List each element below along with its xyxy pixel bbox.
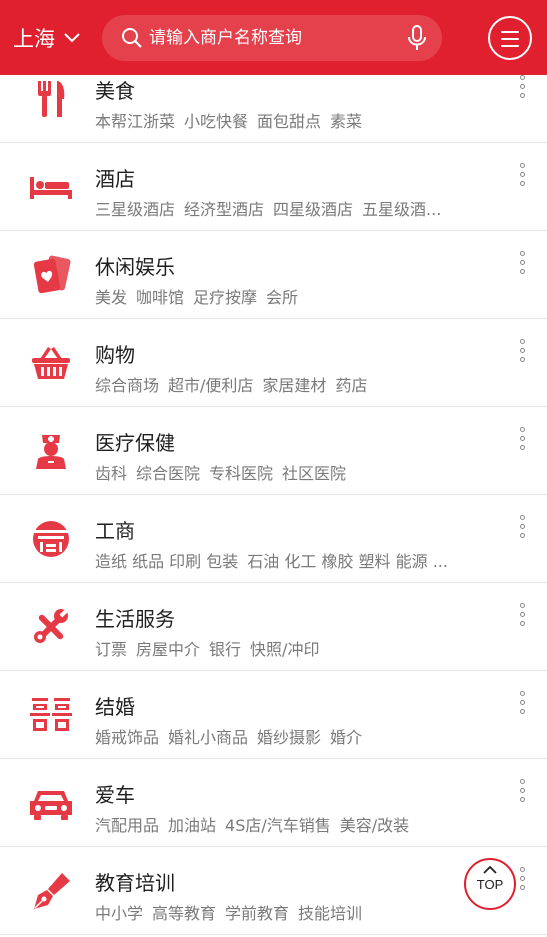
- category-list: 美食 本帮江浙菜 小吃快餐 面包甜点 素菜 酒店 三星级酒店 经济型酒店 四星级酒店 五星级…: [0, 55, 547, 935]
- category-subs: 订票 房屋中介 银行 快照/冲印: [95, 636, 485, 660]
- sub-item[interactable]: 石油 化工 橡胶 塑料 能源 ...: [247, 552, 448, 571]
- category-title: 教育培训: [95, 871, 175, 895]
- back-to-top-label: TOP: [476, 877, 504, 892]
- playing-cards-icon: [33, 255, 71, 294]
- more-options-icon[interactable]: [516, 251, 528, 279]
- category-row-shopping[interactable]: 购物 综合商场 超市/便利店 家居建材 药店: [0, 319, 547, 407]
- category-title: 美食: [95, 79, 135, 103]
- category-row-hotel[interactable]: 酒店 三星级酒店 经济型酒店 四星级酒店 五星级酒...: [0, 143, 547, 231]
- sub-item[interactable]: 婚戒饰品: [95, 728, 159, 747]
- sub-item[interactable]: 婚礼小商品: [168, 728, 248, 747]
- basket-icon: [32, 347, 70, 379]
- category-title: 爱车: [95, 783, 135, 807]
- category-row-business[interactable]: 工商 造纸 纸品 印刷 包装 石油 化工 橡胶 塑料 能源 ...: [0, 495, 547, 583]
- tools-icon: [34, 609, 68, 643]
- sub-item[interactable]: 面包甜点: [257, 112, 321, 131]
- category-title: 休闲娱乐: [95, 255, 175, 279]
- sub-item[interactable]: 高等教育: [152, 904, 216, 923]
- sub-item[interactable]: 咖啡馆: [136, 288, 184, 307]
- sub-item[interactable]: 家居建材: [262, 376, 326, 395]
- chevron-up-icon: [483, 865, 497, 874]
- sub-item[interactable]: 汽配用品: [95, 816, 159, 835]
- more-options-icon[interactable]: [516, 427, 528, 455]
- sub-item[interactable]: 造纸 纸品 印刷 包装: [95, 552, 238, 571]
- sub-item[interactable]: 超市/便利店: [168, 376, 253, 395]
- category-subs: 齿科 综合医院 专科医院 社区医院: [95, 460, 485, 484]
- category-row-car[interactable]: 爱车 汽配用品 加油站 4S店/汽车销售 美容/改装: [0, 759, 547, 847]
- sub-item[interactable]: 四星级酒店: [273, 200, 353, 219]
- sub-item[interactable]: 订票: [95, 640, 127, 659]
- sub-item[interactable]: 会所: [266, 288, 298, 307]
- more-options-icon[interactable]: [516, 603, 528, 631]
- category-row-medical[interactable]: 医疗保健 齿科 综合医院 专科医院 社区医院: [0, 407, 547, 495]
- sub-item[interactable]: 经济型酒店: [184, 200, 264, 219]
- bed-icon: [30, 177, 72, 199]
- fork-knife-icon: [38, 81, 65, 117]
- business-emblem-icon: [33, 521, 69, 557]
- sub-item[interactable]: 社区医院: [282, 464, 346, 483]
- city-label: 上海: [13, 26, 55, 51]
- category-subs: 本帮江浙菜 小吃快餐 面包甜点 素菜: [95, 108, 485, 132]
- sub-item[interactable]: 4S店/汽车销售: [225, 816, 331, 835]
- sub-item[interactable]: 银行: [209, 640, 241, 659]
- sub-item[interactable]: 美发: [95, 288, 127, 307]
- category-title: 工商: [95, 519, 135, 543]
- double-happiness-icon: [30, 698, 72, 731]
- category-subs: 中小学 高等教育 学前教育 技能培训: [95, 900, 485, 924]
- category-subs: 汽配用品 加油站 4S店/汽车销售 美容/改装: [95, 812, 485, 836]
- sub-item[interactable]: 婚纱摄影: [257, 728, 321, 747]
- sub-item[interactable]: 本帮江浙菜: [95, 112, 175, 131]
- sub-item[interactable]: 足疗按摩: [193, 288, 257, 307]
- category-row-life-services[interactable]: 生活服务 订票 房屋中介 银行 快照/冲印: [0, 583, 547, 671]
- category-title: 结婚: [95, 695, 135, 719]
- sub-item[interactable]: 小吃快餐: [184, 112, 248, 131]
- sub-item[interactable]: 综合商场: [95, 376, 159, 395]
- sub-item[interactable]: 齿科: [95, 464, 127, 483]
- search-input[interactable]: [149, 28, 399, 48]
- sub-item[interactable]: 加油站: [168, 816, 216, 835]
- category-title: 酒店: [95, 167, 135, 191]
- category-title: 生活服务: [95, 607, 175, 631]
- search-bar[interactable]: [102, 15, 442, 61]
- sub-item[interactable]: 婚介: [330, 728, 362, 747]
- category-subs: 婚戒饰品 婚礼小商品 婚纱摄影 婚介: [95, 724, 485, 748]
- sub-item[interactable]: 美容/改装: [340, 816, 409, 835]
- more-options-icon[interactable]: [516, 867, 528, 895]
- sub-item[interactable]: 药店: [335, 376, 367, 395]
- sub-item[interactable]: 学前教育: [225, 904, 289, 923]
- chevron-down-icon: [64, 32, 80, 42]
- sub-item[interactable]: 技能培训: [298, 904, 362, 923]
- sub-item[interactable]: 房屋中介: [136, 640, 200, 659]
- search-icon: [122, 28, 142, 48]
- category-title: 购物: [95, 343, 135, 367]
- category-row-wedding[interactable]: 结婚 婚戒饰品 婚礼小商品 婚纱摄影 婚介: [0, 671, 547, 759]
- sub-item[interactable]: 中小学: [95, 904, 143, 923]
- fountain-pen-icon: [34, 873, 70, 909]
- more-options-icon[interactable]: [516, 691, 528, 719]
- sub-item[interactable]: 素菜: [330, 112, 362, 131]
- city-selector[interactable]: 上海: [13, 18, 93, 58]
- category-subs: 美发 咖啡馆 足疗按摩 会所: [95, 284, 485, 308]
- more-options-icon[interactable]: [516, 163, 528, 191]
- back-to-top-button[interactable]: TOP: [464, 858, 516, 910]
- more-options-icon[interactable]: [516, 779, 528, 807]
- top-bar: 上海: [0, 0, 547, 75]
- sub-item[interactable]: 五星级酒...: [362, 200, 441, 219]
- sub-item[interactable]: 综合医院: [136, 464, 200, 483]
- category-subs: 三星级酒店 经济型酒店 四星级酒店 五星级酒...: [95, 196, 485, 220]
- category-subs: 造纸 纸品 印刷 包装 石油 化工 橡胶 塑料 能源 ...: [95, 548, 485, 572]
- more-options-icon[interactable]: [516, 75, 528, 103]
- menu-button[interactable]: [488, 16, 532, 60]
- sub-item[interactable]: 快照/冲印: [250, 640, 319, 659]
- sub-item[interactable]: 三星级酒店: [95, 200, 175, 219]
- car-icon: [30, 791, 72, 820]
- category-subs: 综合商场 超市/便利店 家居建材 药店: [95, 372, 485, 396]
- category-row-entertainment[interactable]: 休闲娱乐 美发 咖啡馆 足疗按摩 会所: [0, 231, 547, 319]
- microphone-icon[interactable]: [406, 25, 428, 51]
- more-options-icon[interactable]: [516, 339, 528, 367]
- category-title: 医疗保健: [95, 431, 175, 455]
- sub-item[interactable]: 专科医院: [209, 464, 273, 483]
- more-options-icon[interactable]: [516, 515, 528, 543]
- nurse-icon: [36, 435, 66, 469]
